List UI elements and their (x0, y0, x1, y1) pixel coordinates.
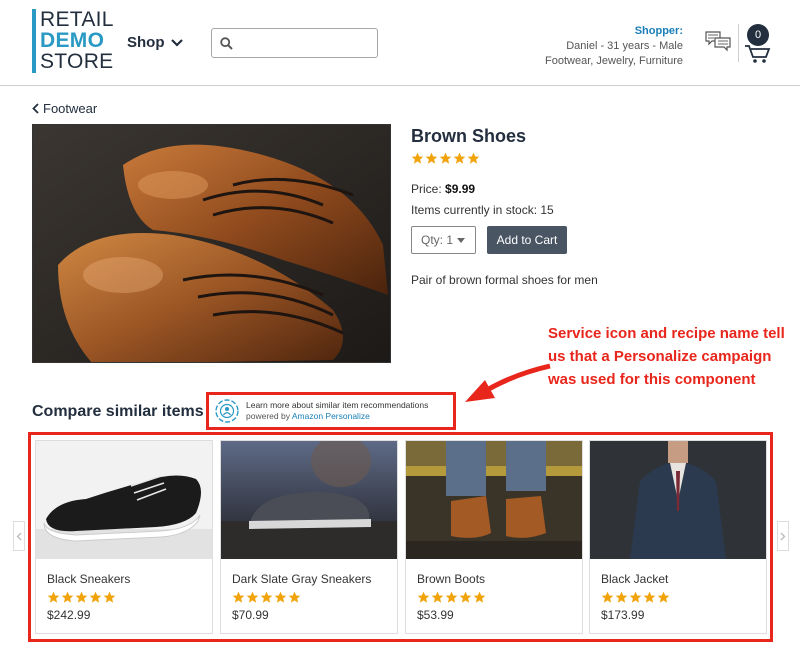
star-icon (445, 591, 458, 603)
price-value: $9.99 (445, 182, 476, 196)
carousel-next-button[interactable] (777, 521, 789, 551)
star-icon (473, 591, 486, 603)
star-icon (459, 591, 472, 603)
product-card-image (590, 441, 766, 559)
star-icon (615, 591, 628, 603)
product-description: Pair of brown formal shoes for men (411, 273, 598, 287)
recommendation-info-link[interactable]: Learn more about similar item recommenda… (206, 392, 456, 430)
stock-text: Items currently in stock: 15 (411, 203, 554, 217)
product-title: Brown Shoes (411, 126, 527, 146)
star-icon (417, 591, 430, 603)
product-price: Price: $9.99 (411, 182, 475, 196)
product-card-rating (232, 591, 301, 604)
star-icon (232, 591, 245, 603)
quantity-label: Qty: 1 (421, 233, 454, 247)
powered-by-label: powered by (246, 411, 290, 421)
star-icon (246, 591, 259, 603)
chevron-left-icon (32, 103, 39, 114)
caret-down-icon (457, 237, 466, 243)
star-icon (411, 152, 424, 164)
cart-button[interactable]: 0 (744, 24, 774, 64)
shopper-details: Daniel - 31 years - Male (566, 40, 683, 52)
star-icon (629, 591, 642, 603)
product-card[interactable]: Black Jacket $173.99 (589, 440, 767, 634)
annotation-note: Service icon and recipe name tell us tha… (548, 325, 785, 388)
quantity-select[interactable]: Qty: 1 (411, 226, 476, 254)
star-icon (75, 591, 88, 603)
star-icon (467, 152, 480, 164)
shopper-interests: Footwear, Jewelry, Furniture (545, 55, 683, 67)
search-input[interactable] (239, 35, 369, 51)
cart-count-badge: 0 (747, 24, 769, 46)
product-rating (411, 152, 480, 165)
shop-menu-label: Shop (127, 34, 165, 51)
star-icon (288, 591, 301, 603)
cart-icon (745, 45, 771, 63)
product-card-price: $70.99 (232, 608, 269, 622)
star-icon (431, 591, 444, 603)
breadcrumb-label: Footwear (43, 101, 98, 116)
product-image (32, 124, 391, 363)
star-icon (260, 591, 273, 603)
product-card[interactable]: Brown Boots $53.99 (405, 440, 583, 634)
personalize-service-icon (215, 399, 239, 423)
chevron-right-icon (780, 532, 786, 540)
product-card-name: Brown Boots (417, 572, 486, 586)
star-icon (89, 591, 102, 603)
star-icon (453, 152, 466, 164)
annotation-arrow-icon (465, 363, 551, 402)
product-card-name: Dark Slate Gray Sneakers (232, 572, 372, 586)
logo-line-demo: DEMO (40, 29, 105, 52)
price-label: Price: (411, 182, 442, 196)
logo-line-store: STORE (40, 50, 114, 73)
search-icon (220, 36, 233, 50)
compare-section-title: Compare similar items (32, 403, 204, 420)
carousel-prev-button[interactable] (13, 521, 25, 551)
product-card-rating (601, 591, 670, 604)
star-icon (657, 591, 670, 603)
star-icon (61, 591, 74, 603)
product-card-price: $173.99 (601, 608, 645, 622)
chevron-left-icon (16, 532, 22, 540)
product-card-rating (47, 591, 116, 604)
star-icon (439, 152, 452, 164)
search-box[interactable] (211, 28, 378, 58)
chat-icon[interactable] (705, 30, 731, 54)
star-icon (47, 591, 60, 603)
site-logo[interactable]: RETAIL DEMO STORE (32, 9, 114, 73)
star-icon (643, 591, 656, 603)
recommendation-info-text: Learn more about similar item recommenda… (246, 400, 428, 422)
amazon-personalize-link[interactable]: Amazon Personalize (292, 411, 370, 421)
shopper-label: Shopper: (634, 25, 683, 37)
shop-menu[interactable]: Shop (127, 34, 183, 51)
product-card-image (36, 441, 212, 559)
star-icon (425, 152, 438, 164)
product-card[interactable]: Dark Slate Gray Sneakers $70.99 (220, 440, 398, 634)
breadcrumb[interactable]: Footwear (32, 101, 97, 116)
product-card-price: $242.99 (47, 608, 91, 622)
product-card-name: Black Sneakers (47, 572, 131, 586)
add-to-cart-button[interactable]: Add to Cart (487, 226, 567, 254)
site-header: RETAIL DEMO STORE Shop Shopper: Daniel -… (0, 0, 800, 86)
chevron-down-icon (170, 38, 183, 47)
header-divider (738, 24, 739, 62)
product-card-price: $53.99 (417, 608, 454, 622)
product-card[interactable]: Black Sneakers $242.99 (35, 440, 213, 634)
logo-line-retail: RETAIL (40, 8, 114, 31)
recommendation-info-line1: Learn more about similar item recommenda… (246, 400, 429, 410)
product-card-rating (417, 591, 486, 604)
star-icon (601, 591, 614, 603)
product-card-name: Black Jacket (601, 572, 669, 586)
product-card-image (221, 441, 397, 559)
shopper-info[interactable]: Shopper: Daniel - 31 years - Male Footwe… (545, 24, 683, 69)
star-icon (274, 591, 287, 603)
star-icon (103, 591, 116, 603)
product-card-image (406, 441, 582, 559)
